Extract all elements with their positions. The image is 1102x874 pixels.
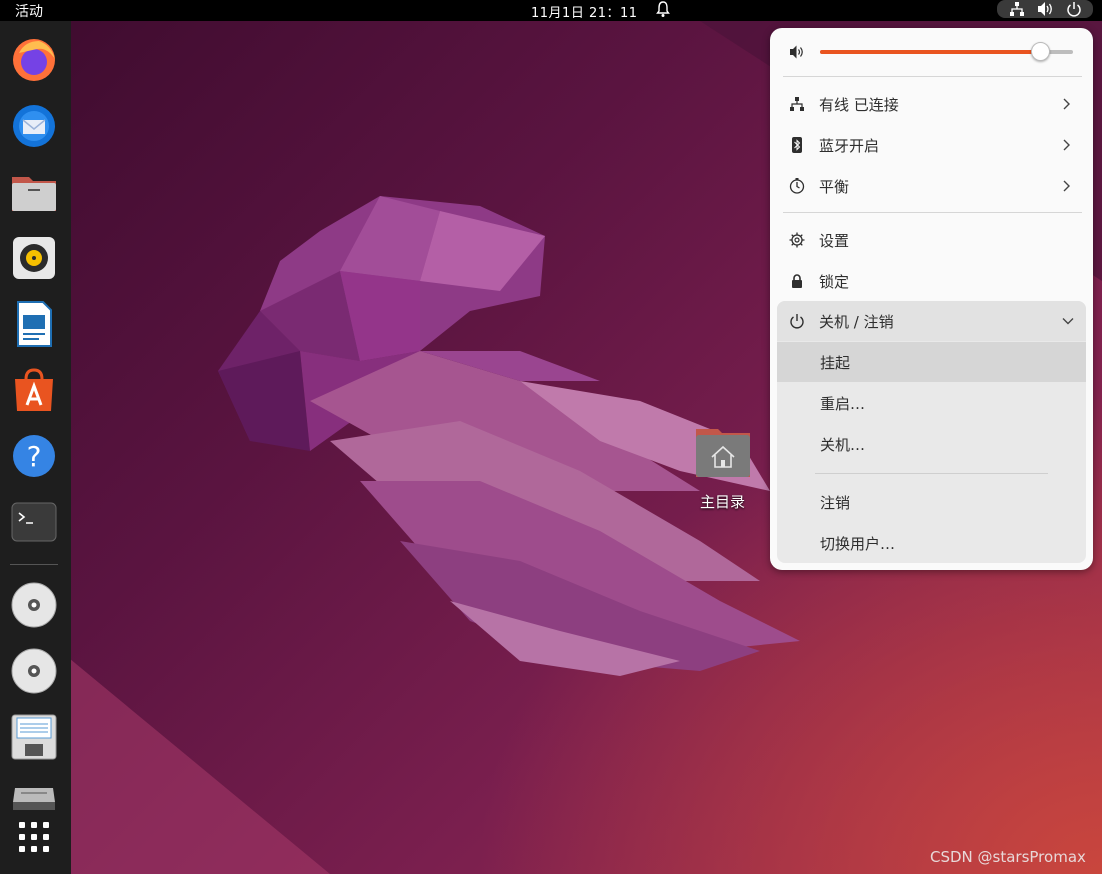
separator (783, 76, 1082, 77)
logout-label: 注销 (820, 494, 851, 512)
shutdown-label: 关机… (820, 436, 866, 454)
notification-bell-icon[interactable] (656, 0, 670, 18)
power-icon (1067, 2, 1081, 17)
power-mode-icon (789, 178, 805, 194)
disc-icon[interactable] (11, 582, 57, 628)
files-icon[interactable] (11, 169, 57, 215)
separator (783, 212, 1082, 213)
wired-network-item[interactable]: 有线 已连接 (770, 84, 1093, 124)
chevron-right-icon (1063, 98, 1070, 110)
wired-network-label: 有线 已连接 (819, 96, 899, 114)
system-tray-button[interactable] (997, 0, 1093, 18)
chevron-right-icon (1063, 180, 1070, 192)
settings-item[interactable]: 设置 (770, 220, 1093, 260)
settings-label: 设置 (819, 232, 850, 250)
switch-user-item[interactable]: 切换用户… (777, 523, 1086, 563)
help-icon[interactable]: ? (11, 433, 57, 479)
restart-item[interactable]: 重启… (777, 383, 1086, 423)
svg-text:?: ? (27, 440, 42, 473)
thunderbird-icon[interactable] (11, 103, 57, 149)
volume-slider[interactable] (820, 42, 1073, 61)
power-mode-item[interactable]: 平衡 (770, 166, 1093, 206)
suspend-item[interactable]: 挂起 (777, 342, 1086, 382)
power-mode-label: 平衡 (819, 178, 850, 196)
firefox-icon[interactable] (11, 37, 57, 83)
watermark: CSDN @starsPromax (930, 848, 1086, 866)
quick-settings-menu: 有线 已连接 蓝牙开启 平衡 设置 锁定 关机 / 注销 挂起 重启… 关机… … (770, 28, 1093, 570)
network-wired-icon (790, 97, 804, 111)
restart-label: 重启… (820, 395, 866, 413)
switch-user-label: 切换用户… (820, 535, 896, 553)
bluetooth-icon (792, 137, 802, 153)
dock-separator (10, 564, 58, 565)
volume-icon (1038, 2, 1052, 16)
volume-icon (790, 45, 803, 59)
bluetooth-label: 蓝牙开启 (819, 137, 880, 155)
power-icon (790, 314, 804, 329)
volume-slider-fill (820, 50, 1041, 54)
volume-slider-handle[interactable] (1031, 42, 1051, 61)
top-bar: 活动 11月1日 21：11 (0, 0, 1102, 21)
chevron-down-icon (1062, 318, 1074, 325)
clock-button[interactable]: 11月1日 21：11 (531, 2, 638, 21)
separator (815, 473, 1048, 474)
suspend-label: 挂起 (820, 354, 851, 372)
home-folder-icon[interactable] (694, 427, 752, 479)
rhythmbox-icon[interactable] (11, 235, 57, 281)
terminal-icon[interactable] (11, 499, 57, 545)
gear-icon (789, 232, 805, 248)
lock-label: 锁定 (819, 273, 850, 291)
app-center-icon[interactable] (11, 367, 57, 413)
lock-item[interactable]: 锁定 (770, 261, 1093, 301)
chevron-right-icon (1063, 139, 1070, 151)
dock: ? (0, 21, 71, 874)
power-off-logout-label: 关机 / 注销 (819, 313, 894, 331)
app-grid-icon[interactable] (11, 814, 57, 860)
libreoffice-writer-icon[interactable] (11, 301, 57, 347)
power-off-submenu: 关机 / 注销 挂起 重启… 关机… 注销 切换用户… (777, 301, 1086, 563)
network-wired-icon (1010, 2, 1024, 16)
lock-icon (792, 274, 802, 288)
disc-icon[interactable] (11, 648, 57, 694)
floppy-icon[interactable] (11, 714, 57, 760)
activities-button[interactable]: 活动 (15, 1, 43, 21)
logout-item[interactable]: 注销 (777, 482, 1086, 522)
shutdown-item[interactable]: 关机… (777, 424, 1086, 464)
power-off-logout-button[interactable]: 关机 / 注销 (777, 301, 1086, 341)
home-folder-label[interactable]: 主目录 (700, 491, 745, 512)
bluetooth-item[interactable]: 蓝牙开启 (770, 125, 1093, 165)
